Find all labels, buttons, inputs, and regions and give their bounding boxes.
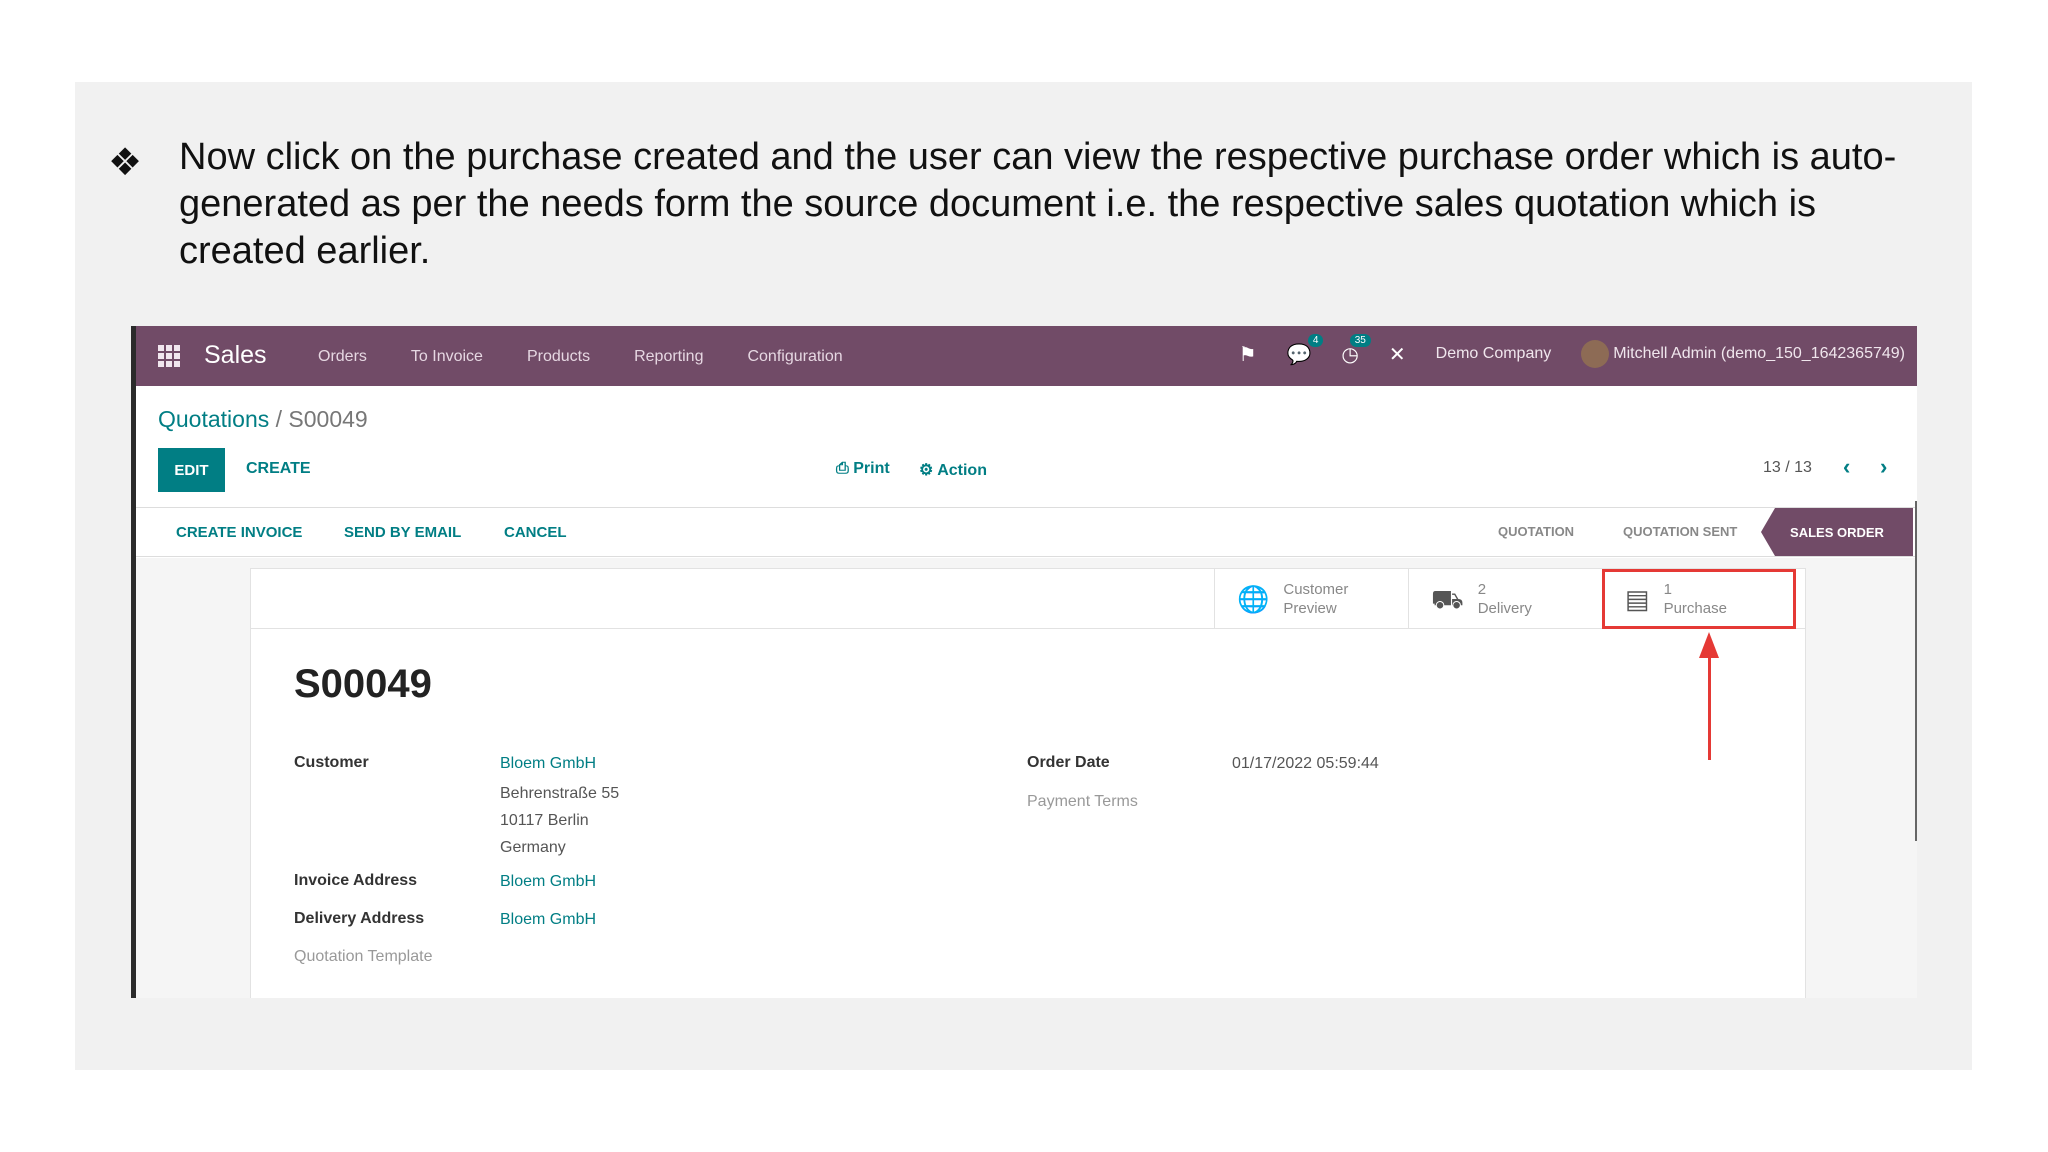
create-invoice-button[interactable]: CREATE INVOICE — [176, 524, 302, 541]
odoo-screenshot: Sales Orders To Invoice Products Reporti… — [131, 326, 1917, 998]
breadcrumb: Quotations / S00049 — [158, 406, 368, 433]
globe-icon: 🌐 — [1237, 583, 1270, 614]
user-name: Mitchell Admin (demo_150_1642365749) — [1613, 345, 1905, 362]
order-title: S00049 — [294, 662, 432, 706]
edit-button[interactable]: EDIT — [158, 448, 225, 492]
customer-city: 10117 Berlin — [500, 812, 589, 829]
invoice-address-link[interactable]: Bloem GmbH — [500, 873, 596, 891]
purchase-button[interactable]: ▤ 1 Purchase — [1602, 569, 1796, 629]
menu-orders[interactable]: Orders — [318, 348, 367, 366]
user-menu[interactable]: Mitchell Admin (demo_150_1642365749) — [1581, 340, 1905, 368]
activities-badge: 35 — [1349, 333, 1371, 347]
print-icon: ⎙ — [836, 460, 854, 477]
stage-quotation[interactable]: QUOTATION — [1498, 524, 1574, 539]
chevron-left-icon[interactable]: ‹ — [1843, 454, 1850, 480]
gear-icon: ⚙ — [919, 462, 938, 479]
cancel-button[interactable]: CANCEL — [504, 524, 567, 541]
messages-icon[interactable]: 💬 4 — [1287, 333, 1324, 367]
app-name[interactable]: Sales — [204, 341, 267, 370]
company-switcher[interactable]: Demo Company — [1436, 345, 1552, 363]
order-date-label: Order Date — [1027, 754, 1110, 771]
print-label: Print — [853, 460, 890, 477]
menu-reporting[interactable]: Reporting — [634, 348, 703, 366]
delivery-button[interactable]: ⛟ 2 Delivery — [1408, 569, 1602, 629]
action-label: Action — [937, 462, 987, 479]
breadcrumb-current: S00049 — [288, 406, 368, 432]
bug-icon[interactable]: ⚑ — [1239, 342, 1257, 367]
quotation-template-label: Quotation Template — [294, 948, 433, 965]
breadcrumb-quotations[interactable]: Quotations — [158, 406, 269, 432]
invoice-address-label: Invoice Address — [294, 872, 418, 889]
breadcrumb-separator: / — [269, 406, 289, 432]
stage-quotation-sent[interactable]: QUOTATION SENT — [1623, 524, 1737, 539]
menu-to-invoice[interactable]: To Invoice — [411, 348, 483, 366]
credit-card-icon: ▤ — [1625, 583, 1650, 614]
purchase-label: Purchase — [1663, 600, 1727, 617]
order-date-value[interactable]: 01/17/2022 05:59:44 — [1232, 755, 1379, 773]
customer-preview-line1: Customer — [1283, 581, 1349, 598]
delivery-label: Delivery — [1477, 600, 1532, 617]
status-bar: CREATE INVOICE SEND BY EMAIL CANCEL QUOT… — [136, 507, 1917, 557]
stage-sales-order[interactable]: SALES ORDER — [1761, 508, 1913, 556]
customer-link[interactable]: Bloem GmbH — [500, 755, 596, 773]
customer-preview-button[interactable]: 🌐 Customer Preview — [1214, 569, 1408, 629]
action-button[interactable]: ⚙ Action — [919, 460, 987, 480]
top-navbar: Sales Orders To Invoice Products Reporti… — [136, 326, 1917, 386]
close-icon[interactable]: ✕ — [1389, 342, 1406, 367]
pager-value: 13 / 13 — [1763, 459, 1812, 476]
truck-icon: ⛟ — [1431, 583, 1464, 614]
scrollbar[interactable] — [1915, 501, 1917, 841]
avatar — [1581, 340, 1610, 368]
create-button[interactable]: CREATE — [246, 460, 311, 478]
purchase-count: 1 — [1663, 581, 1672, 598]
delivery-address-label: Delivery Address — [294, 910, 425, 927]
delivery-count: 2 — [1477, 581, 1487, 598]
annotation-arrow — [1708, 652, 1711, 760]
activities-icon[interactable]: ◷ 35 — [1341, 333, 1371, 367]
menu-configuration[interactable]: Configuration — [747, 348, 842, 366]
smart-buttons-row: 🌐 Customer Preview ⛟ 2 Delivery ▤ 1 Purchas… — [251, 569, 1805, 629]
print-button[interactable]: ⎙ Print — [836, 460, 890, 478]
main-menu: Orders To Invoice Products Reporting Con… — [318, 348, 843, 366]
customer-label: Customer — [294, 754, 369, 771]
navbar-systray: ⚑ 💬 4 ◷ 35 ✕ Demo Company Mitchell Admin (… — [1239, 333, 1905, 368]
form-sheet: 🌐 Customer Preview ⛟ 2 Delivery ▤ 1 Purchas… — [250, 568, 1806, 998]
customer-country: Germany — [500, 839, 566, 856]
send-by-email-button[interactable]: SEND BY EMAIL — [344, 524, 461, 541]
messages-badge: 4 — [1307, 333, 1324, 347]
chevron-right-icon[interactable]: › — [1880, 454, 1887, 480]
bullet-icon: ❖ — [108, 140, 143, 184]
delivery-address-link[interactable]: Bloem GmbH — [500, 911, 596, 929]
customer-street: Behrenstraße 55 — [500, 785, 620, 802]
customer-preview-line2: Preview — [1283, 600, 1337, 617]
instruction-text: Now click on the purchase created and th… — [179, 136, 1897, 272]
apps-grid-icon[interactable] — [158, 345, 180, 367]
menu-products[interactable]: Products — [527, 348, 590, 366]
payment-terms-label: Payment Terms — [1027, 793, 1138, 810]
